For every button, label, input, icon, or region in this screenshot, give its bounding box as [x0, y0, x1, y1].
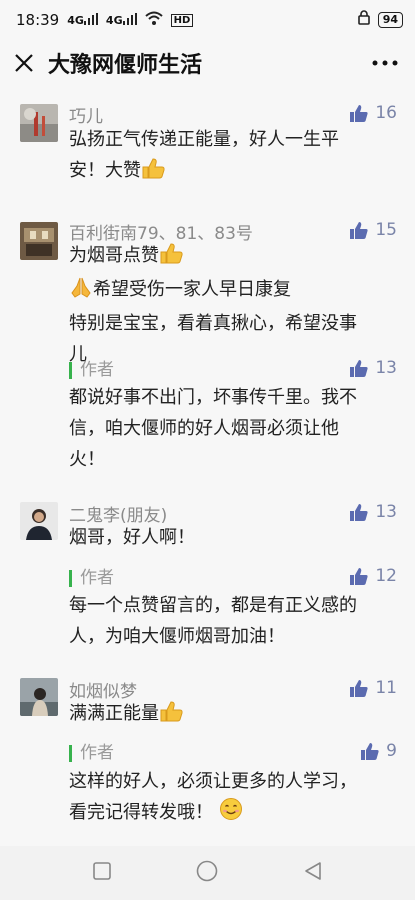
- avatar[interactable]: [20, 104, 58, 142]
- reply-line: 这样的好人，必须让更多的人学习，: [69, 771, 357, 792]
- like-count: 13: [375, 502, 397, 522]
- comment-line: 为烟哥点赞: [69, 245, 159, 266]
- signal-icon-2: 4G: [106, 13, 137, 27]
- alarm-icon: [356, 10, 372, 30]
- close-button[interactable]: [0, 40, 48, 86]
- wifi-icon: [144, 11, 163, 29]
- like-button[interactable]: 16: [349, 103, 397, 123]
- like-count: 12: [375, 566, 397, 586]
- author-reply-text: 每一个点赞留言的，都是有正义感的 人，为咱大偃师烟哥加油！: [69, 590, 399, 652]
- thumbs-up-icon: [350, 567, 368, 585]
- thumbs-up-icon: [361, 742, 379, 760]
- avatar[interactable]: [20, 222, 58, 260]
- signal-icon: 4G: [67, 13, 98, 27]
- author-reply-label: 作者: [69, 362, 114, 379]
- comments-list: 巧儿 16 弘扬正气传递正能量，好人一生平 安！大赞 百利街南79、81、83号…: [0, 86, 415, 846]
- back-button[interactable]: [303, 861, 323, 885]
- reply-line: 每一个点赞留言的，都是有正义感的: [69, 595, 357, 616]
- like-count: 15: [375, 220, 397, 240]
- thumbs-up-icon: [350, 503, 368, 521]
- thumbs-up-icon: [350, 679, 368, 697]
- comment-line: 烟哥，好人啊！: [69, 527, 195, 548]
- comment-line: 特别是宝宝，看着真揪心，希望没事: [69, 313, 357, 334]
- like-count: 9: [386, 741, 397, 761]
- like-button[interactable]: 15: [349, 220, 397, 240]
- reply-like-button[interactable]: 12: [349, 566, 397, 586]
- comment-text: 满满正能量: [69, 698, 399, 732]
- battery-indicator: 94: [377, 12, 403, 28]
- thumbs-up-emoji-icon: [159, 242, 183, 274]
- author-reply-text: 都说好事不出门，坏事传千里。我不 信，咱大偃师的好人烟哥必须让他 火！: [69, 382, 399, 475]
- like-button[interactable]: 13: [349, 502, 397, 522]
- circle-icon: [196, 860, 217, 882]
- reply-line: 都说好事不出门，坏事传千里。我不: [69, 387, 357, 408]
- thumbs-up-icon: [350, 104, 368, 122]
- comment-text: 弘扬正气传递正能量，好人一生平 安！大赞: [69, 124, 399, 189]
- more-icon: [372, 60, 398, 66]
- close-icon: [15, 54, 33, 72]
- comment-text: 烟哥，好人啊！: [69, 522, 399, 553]
- comment-line: 满满正能量: [69, 703, 159, 724]
- thumbs-up-icon: [350, 359, 368, 377]
- author-reply-text: 这样的好人，必须让更多的人学习， 看完记得转发哦！: [69, 766, 399, 831]
- triangle-back-icon: [304, 862, 321, 880]
- reply-line: 信，咱大偃师的好人烟哥必须让他: [69, 418, 339, 439]
- smile-emoji-icon: [219, 797, 243, 831]
- reply-line: 火！: [69, 449, 105, 470]
- system-nav-bar: [0, 846, 415, 900]
- page-title: 大豫网偃师生活: [48, 53, 203, 78]
- thumbs-up-emoji-icon: [159, 700, 183, 732]
- like-count: 13: [375, 358, 397, 378]
- thumbs-up-icon: [350, 221, 368, 239]
- like-count: 11: [375, 678, 397, 698]
- praying-hands-emoji-icon: [69, 276, 93, 308]
- comment-text: 为烟哥点赞 希望受伤一家人早日康复 特别是宝宝，看着真揪心，希望没事 儿: [69, 240, 399, 370]
- square-icon: [92, 862, 111, 880]
- avatar[interactable]: [20, 678, 58, 716]
- comment-line: 希望受伤一家人早日康复: [93, 279, 291, 300]
- reply-like-button[interactable]: 9: [360, 741, 397, 761]
- home-button[interactable]: [196, 860, 218, 886]
- more-button[interactable]: [355, 40, 415, 86]
- comment-line: 安！大赞: [69, 160, 141, 181]
- hd-icon: HD: [170, 13, 194, 27]
- like-button[interactable]: 11: [349, 678, 397, 698]
- reply-line: 人，为咱大偃师烟哥加油！: [69, 626, 285, 647]
- avatar[interactable]: [20, 502, 58, 540]
- thumbs-up-emoji-icon: [141, 157, 165, 189]
- like-count: 16: [375, 103, 397, 123]
- title-bar: 大豫网偃师生活: [0, 40, 415, 86]
- author-reply-label: 作者: [69, 570, 114, 587]
- recent-apps-button[interactable]: [92, 862, 111, 884]
- author-reply-label: 作者: [69, 745, 114, 762]
- reply-line: 看完记得转发哦！: [69, 802, 213, 823]
- status-time: 18:39: [16, 11, 60, 29]
- comment-line: 弘扬正气传递正能量，好人一生平: [69, 129, 339, 150]
- status-bar: 18:39 4G 4G HD 94: [0, 0, 415, 40]
- reply-like-button[interactable]: 13: [349, 358, 397, 378]
